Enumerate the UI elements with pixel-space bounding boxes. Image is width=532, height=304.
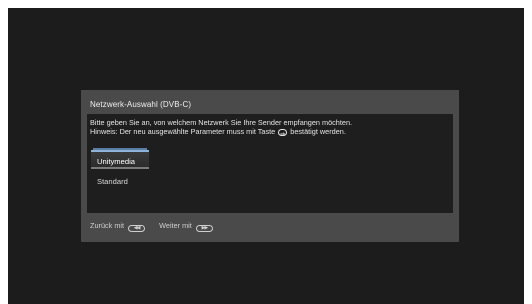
back-hint[interactable]: Zurück mit ◀◀ [90, 221, 146, 232]
dialog-message: Bitte geben Sie an, von welchem Netzwerk… [90, 118, 352, 137]
message-line-2-before: Hinweis: Der neu ausgewählte Parameter m… [90, 127, 276, 137]
dialog-footer: Zurück mit ◀◀ Weiter mit ▶▶ [90, 221, 225, 232]
network-selection-dialog: Netzwerk-Auswahl (DVB-C) Bitte geben Sie… [81, 90, 459, 242]
message-line-1: Bitte geben Sie an, von welchem Netzwerk… [90, 118, 353, 127]
ok-button-icon: ok [278, 129, 288, 137]
option-standard[interactable]: Standard [91, 173, 161, 190]
tv-screen: Netzwerk-Auswahl (DVB-C) Bitte geben Sie… [8, 8, 524, 304]
option-unitymedia[interactable]: Unitymedia [91, 150, 149, 169]
fast-forward-button-icon: ▶▶ [195, 225, 213, 232]
message-line-2-after: bestätigt werden. [290, 127, 346, 137]
network-option-list: Unitymedia Standard [91, 146, 161, 194]
message-line-2: Hinweis: Der neu ausgewählte Parameter m… [90, 127, 352, 137]
rewind-button-icon: ◀◀ [128, 225, 146, 232]
next-label: Weiter mit [159, 221, 192, 230]
next-hint[interactable]: Weiter mit ▶▶ [159, 221, 213, 232]
dialog-body: Bitte geben Sie an, von welchem Netzwerk… [87, 114, 453, 213]
dialog-title: Netzwerk-Auswahl (DVB-C) [90, 100, 192, 109]
back-label: Zurück mit [90, 221, 125, 230]
